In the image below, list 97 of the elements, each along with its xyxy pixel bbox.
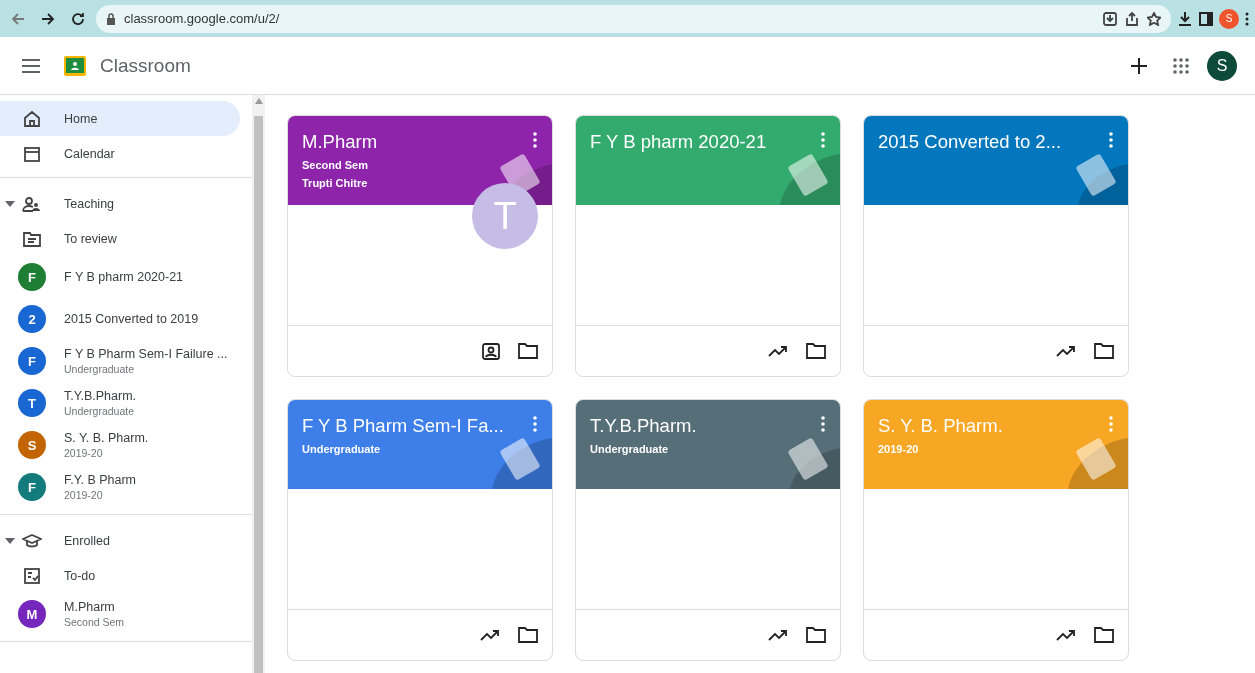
app-title: Classroom	[100, 54, 191, 77]
item-label: 2015 Converted to 2019	[64, 312, 199, 326]
class-card[interactable]: F Y B Pharm Sem-I Fa... Undergraduate	[287, 399, 553, 661]
plus-icon[interactable]	[1131, 57, 1147, 74]
folder-list-icon	[23, 230, 41, 247]
trending-up-icon[interactable]	[480, 629, 500, 641]
item-label: F Y B Pharm Sem-I Failure ...	[64, 347, 228, 361]
url-text: classroom.google.com/u/2/	[124, 11, 280, 26]
teacher-avatar: T	[472, 183, 538, 249]
teacher-name: Trupti Chitre	[302, 177, 368, 189]
classroom-logo-icon	[64, 55, 86, 76]
more-options-button[interactable]	[532, 132, 538, 148]
card-illustration-drawing	[492, 438, 552, 489]
item-label: Home	[64, 111, 98, 126]
forward-arrow-icon[interactable]	[40, 10, 56, 27]
item-subtitle: Undergraduate	[64, 405, 136, 417]
item-label: T.Y.B.Pharm.	[64, 389, 137, 403]
item-label: To-do	[64, 568, 96, 583]
address-bar[interactable]: classroom.google.com/u/2/	[96, 4, 1171, 33]
account-avatar[interactable]: S	[1207, 50, 1237, 81]
card-title[interactable]: F Y B Pharm Sem-I Fa...	[302, 415, 504, 437]
card-illustration-drawing	[1068, 438, 1128, 489]
lock-icon	[106, 12, 116, 25]
card-subtitle: 2019-20	[878, 443, 919, 455]
class-card[interactable]: T.Y.B.Pharm. Undergraduate	[575, 399, 841, 661]
class-card[interactable]: 2015 Converted to 2...	[863, 115, 1129, 377]
menu-icon[interactable]	[22, 58, 40, 73]
trending-up-icon[interactable]	[1056, 629, 1076, 641]
class-card[interactable]: M.Pharm Second Sem Trupti Chitre T	[287, 115, 553, 377]
star-icon[interactable]	[1147, 11, 1161, 26]
sidebar-item[interactable]: 2 2015 Converted to 2019	[0, 298, 240, 340]
trending-up-icon[interactable]	[768, 629, 788, 641]
portrait-icon[interactable]	[482, 342, 500, 360]
checklist-icon	[23, 566, 41, 585]
class-initial-avatar: S	[18, 431, 46, 459]
more-options-button[interactable]	[532, 416, 538, 432]
item-label: F Y B pharm 2020-21	[64, 270, 184, 284]
item-label: F.Y. B Pharm	[64, 473, 137, 487]
reload-icon[interactable]	[70, 10, 86, 27]
card-title[interactable]: 2015 Converted to 2...	[878, 131, 1062, 153]
sidebar-item[interactable]: To-do	[0, 558, 240, 593]
class-initial-avatar: F	[18, 347, 46, 375]
item-label: M.Pharm	[64, 600, 116, 614]
item-subtitle: 2019-20	[64, 489, 104, 501]
class-initial-avatar: F	[18, 473, 46, 501]
trending-up-icon[interactable]	[768, 345, 788, 357]
back-arrow-icon[interactable]	[10, 10, 26, 27]
folder-icon[interactable]	[1094, 343, 1114, 359]
sidebar-item[interactable]: Home	[0, 101, 240, 136]
card-illustration-drawing	[780, 154, 840, 205]
sidebar-item[interactable]: S S. Y. B. Pharm. 2019-20	[0, 424, 240, 466]
section-header[interactable]: Enrolled	[64, 533, 110, 548]
folder-icon[interactable]	[806, 627, 826, 643]
collapse-caret-icon[interactable]	[5, 537, 18, 544]
card-subtitle: Undergraduate	[302, 443, 381, 455]
folder-icon[interactable]	[518, 627, 538, 643]
sidebar-item[interactable]: F F.Y. B Pharm 2019-20	[0, 466, 240, 508]
item-subtitle: Undergraduate	[64, 363, 136, 375]
collapse-caret-icon[interactable]	[5, 200, 18, 207]
sidebar-item[interactable]: To review	[0, 221, 240, 256]
folder-icon[interactable]	[806, 343, 826, 359]
card-title[interactable]: T.Y.B.Pharm.	[590, 415, 697, 437]
sidebar-item[interactable]: F F Y B Pharm Sem-I Failure ... Undergraduate	[0, 340, 240, 382]
card-subtitle: Undergraduate	[590, 443, 669, 455]
calendar-icon	[23, 144, 41, 163]
download-icon[interactable]	[1177, 10, 1193, 27]
sidebar-item[interactable]: T T.Y.B.Pharm. Undergraduate	[0, 382, 240, 424]
sidebar-item[interactable]: F F Y B pharm 2020-21	[0, 256, 240, 298]
side-panel-icon[interactable]	[1199, 11, 1213, 26]
class-initial-avatar: M	[18, 600, 46, 628]
item-label: To review	[64, 231, 117, 246]
more-options-button[interactable]	[1108, 132, 1114, 148]
install-icon[interactable]	[1103, 11, 1117, 26]
graduation-cap-icon	[22, 532, 42, 549]
card-subtitle: Second Sem	[302, 159, 369, 171]
item-subtitle: 2019-20	[64, 447, 104, 459]
people-icon	[22, 195, 42, 212]
home-icon	[23, 109, 41, 128]
class-initial-avatar: F	[18, 263, 46, 291]
sidebar-item[interactable]: Calendar	[0, 136, 240, 171]
class-initial-avatar: T	[18, 389, 46, 417]
folder-icon[interactable]	[1094, 627, 1114, 643]
sidebar-item[interactable]: M M.Pharm Second Sem	[0, 593, 240, 635]
item-label: Calendar	[64, 146, 115, 161]
more-options-button[interactable]	[820, 416, 826, 432]
scrollbar[interactable]	[252, 95, 265, 673]
item-subtitle: Second Sem	[64, 616, 125, 628]
card-title[interactable]: M.Pharm	[302, 131, 378, 153]
apps-grid-icon[interactable]	[1173, 57, 1189, 74]
class-initial-avatar: 2	[18, 305, 46, 333]
more-icon[interactable]	[1245, 11, 1249, 26]
item-label: S. Y. B. Pharm.	[64, 431, 149, 445]
more-options-button[interactable]	[820, 132, 826, 148]
section-header[interactable]: Teaching	[64, 196, 115, 211]
trending-up-icon[interactable]	[1056, 345, 1076, 357]
share-icon[interactable]	[1125, 11, 1139, 26]
folder-icon[interactable]	[518, 343, 538, 359]
